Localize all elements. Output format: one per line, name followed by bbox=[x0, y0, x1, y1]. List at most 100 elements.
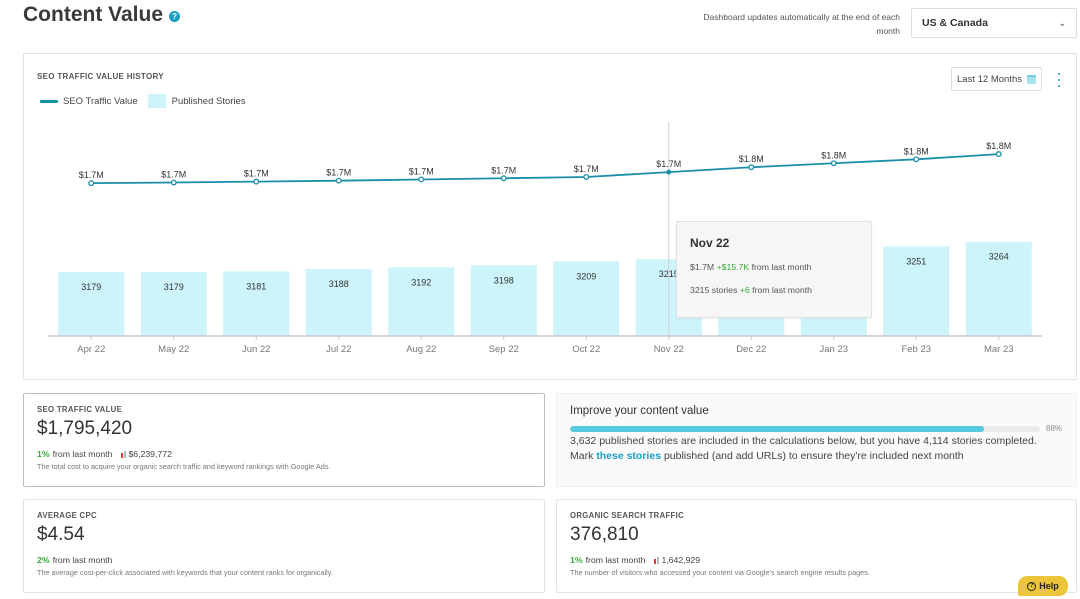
bar-label: 3264 bbox=[989, 252, 1009, 262]
line-point-label: $1.7M bbox=[491, 165, 516, 175]
stat-description: The number of visitors who accessed your… bbox=[570, 568, 870, 577]
line-point bbox=[335, 177, 342, 184]
stat-change-text: from last month bbox=[585, 555, 646, 565]
stat-value: $4.54 bbox=[37, 524, 85, 545]
x-tick-label: Sep 22 bbox=[489, 344, 519, 355]
progress-fill bbox=[570, 425, 984, 432]
line-point-label: $1.8M bbox=[821, 150, 846, 160]
region-select-value: US & Canada bbox=[922, 17, 988, 29]
stat-value: 376,810 bbox=[570, 524, 639, 545]
x-tick-label: Feb 23 bbox=[901, 344, 931, 355]
line-layer: $1.7M $1.7M $1.7M $1.7M $1.7M $1.7M $1.7M $1.7M… bbox=[79, 141, 1011, 187]
line-point-label: $1.7M bbox=[656, 159, 681, 169]
tooltip-value-line: $1.7M +$15.7K from last month bbox=[690, 262, 858, 272]
bar-label: 3179 bbox=[164, 282, 184, 292]
line-point-label: $1.7M bbox=[409, 166, 434, 176]
progress-row: 88% bbox=[570, 424, 1063, 433]
x-tick-label: Jul 22 bbox=[326, 344, 351, 355]
x-tick-label: Nov 22 bbox=[654, 344, 684, 355]
line-point bbox=[88, 180, 95, 187]
help-button[interactable]: ? Help bbox=[1018, 576, 1068, 596]
stat-description: The average cost-per-click associated wi… bbox=[37, 568, 333, 577]
stat-title: AVERAGE CPC bbox=[37, 511, 97, 520]
bar-label: 3188 bbox=[329, 279, 349, 289]
tooltip-value-suffix: from last month bbox=[751, 262, 812, 272]
line-point-label: $1.7M bbox=[161, 170, 186, 180]
bar-label: 3192 bbox=[411, 277, 431, 287]
line-point bbox=[748, 164, 755, 171]
benchmark-bars-icon bbox=[654, 556, 660, 564]
x-tick-label: Dec 22 bbox=[736, 344, 766, 355]
bar-label: 3209 bbox=[576, 271, 596, 281]
bars-layer: 3179317931813188319231983209321532213236… bbox=[58, 241, 1032, 336]
improve-title: Improve your content value bbox=[570, 405, 709, 417]
seo-traffic-value-card[interactable]: SEO TRAFFIC VALUE $1,795,420 1% from las… bbox=[23, 393, 545, 487]
line-point-label: $1.7M bbox=[79, 170, 104, 180]
improve-content-card: Improve your content value 88% 3,632 pub… bbox=[556, 393, 1077, 487]
page-title: Content Value ? bbox=[23, 3, 181, 27]
tooltip-stories-change: +6 bbox=[739, 285, 750, 295]
stat-change-pct: 1% bbox=[37, 449, 50, 459]
stat-change-text: from last month bbox=[52, 555, 113, 565]
chevron-down-icon: ⌄ bbox=[1058, 17, 1066, 28]
benchmark-bars-icon bbox=[121, 450, 127, 458]
average-cpc-card[interactable]: AVERAGE CPC $4.54 2% from last month The… bbox=[23, 499, 545, 593]
stat-change-pct: 2% bbox=[37, 555, 50, 565]
seo-traffic-value-line bbox=[91, 153, 999, 185]
help-button-label: Help bbox=[1039, 581, 1059, 591]
stat-change: 1% from last month 1,642,929 bbox=[570, 555, 1063, 565]
line-point-label: $1.7M bbox=[244, 169, 269, 179]
update-note: Dashboard updates automatically at the e… bbox=[703, 12, 900, 36]
stat-description: The total cost to acquire your organic s… bbox=[37, 462, 331, 471]
progress-label: 88% bbox=[1046, 424, 1063, 433]
bar-label: 3198 bbox=[494, 275, 514, 285]
x-tick-label: Apr 22 bbox=[77, 344, 105, 355]
x-tick-label: Jan 23 bbox=[819, 344, 848, 355]
tooltip-value: $1.7M bbox=[690, 262, 715, 272]
these-stories-link[interactable]: these stories bbox=[596, 450, 661, 462]
stat-title: SEO TRAFFIC VALUE bbox=[37, 405, 123, 414]
line-point-label: $1.8M bbox=[986, 141, 1011, 151]
x-tick-label: Oct 22 bbox=[572, 344, 600, 355]
line-point bbox=[253, 178, 260, 185]
tooltip-stories: 3215 stories bbox=[690, 285, 738, 295]
x-axis: Apr 22 May 22 Jun 22 Jul 22 Aug 22 Sep 22 Oct … bbox=[48, 335, 1042, 355]
chart-svg: 3179317931813188319231983209321532213236… bbox=[48, 122, 1042, 355]
progress-bar bbox=[570, 425, 1040, 432]
line-point-label: $1.8M bbox=[739, 154, 764, 164]
line-point bbox=[418, 176, 425, 183]
stat-change-text: from last month bbox=[52, 449, 113, 459]
help-circle-icon[interactable]: ? bbox=[169, 11, 181, 22]
organic-search-traffic-card[interactable]: ORGANIC SEARCH TRAFFIC 376,810 1% from l… bbox=[556, 499, 1077, 593]
stat-benchmark: 1,642,929 bbox=[661, 555, 701, 565]
tooltip-value-change: +$15.7K bbox=[716, 262, 750, 272]
stat-benchmark: $6,239,772 bbox=[128, 449, 172, 459]
x-tick-label: Aug 22 bbox=[406, 344, 436, 355]
bar-label: 3179 bbox=[81, 282, 101, 292]
line-point bbox=[995, 151, 1002, 158]
line-point bbox=[830, 160, 837, 167]
improve-text: 3,632 published stories are included in … bbox=[570, 434, 1063, 464]
stat-change: 1% from last month $6,239,772 bbox=[37, 449, 531, 459]
line-point bbox=[170, 179, 177, 186]
line-point-active bbox=[666, 169, 672, 175]
line-point-label: $1.7M bbox=[574, 164, 599, 174]
line-point bbox=[500, 175, 507, 182]
line-point-label: $1.8M bbox=[904, 146, 929, 156]
x-tick-label: Jun 22 bbox=[242, 344, 271, 355]
tooltip-title: Nov 22 bbox=[690, 236, 730, 250]
line-point bbox=[583, 174, 590, 180]
stat-title: ORGANIC SEARCH TRAFFIC bbox=[570, 511, 685, 520]
stat-change-pct: 1% bbox=[570, 555, 583, 565]
tooltip-stories-suffix: from last month bbox=[752, 285, 812, 295]
chart-tooltip: Nov 22 $1.7M +$15.7K from last month 321… bbox=[676, 221, 872, 318]
question-icon: ? bbox=[1027, 581, 1037, 591]
improve-text-after: published (and add URLs) to ensure they'… bbox=[661, 450, 964, 462]
page-title-text: Content Value bbox=[23, 3, 164, 26]
seo-traffic-history-card: SEO TRAFFIC VALUE HISTORY SEO Traffic Va… bbox=[23, 53, 1077, 380]
x-tick-label: May 22 bbox=[158, 344, 189, 355]
tooltip-stories-line: 3215 stories +6 from last month bbox=[690, 285, 858, 295]
x-tick-label: Mar 23 bbox=[984, 344, 1014, 355]
line-point-label: $1.7M bbox=[326, 168, 351, 178]
region-select[interactable]: US & Canada ⌄ bbox=[911, 8, 1077, 38]
